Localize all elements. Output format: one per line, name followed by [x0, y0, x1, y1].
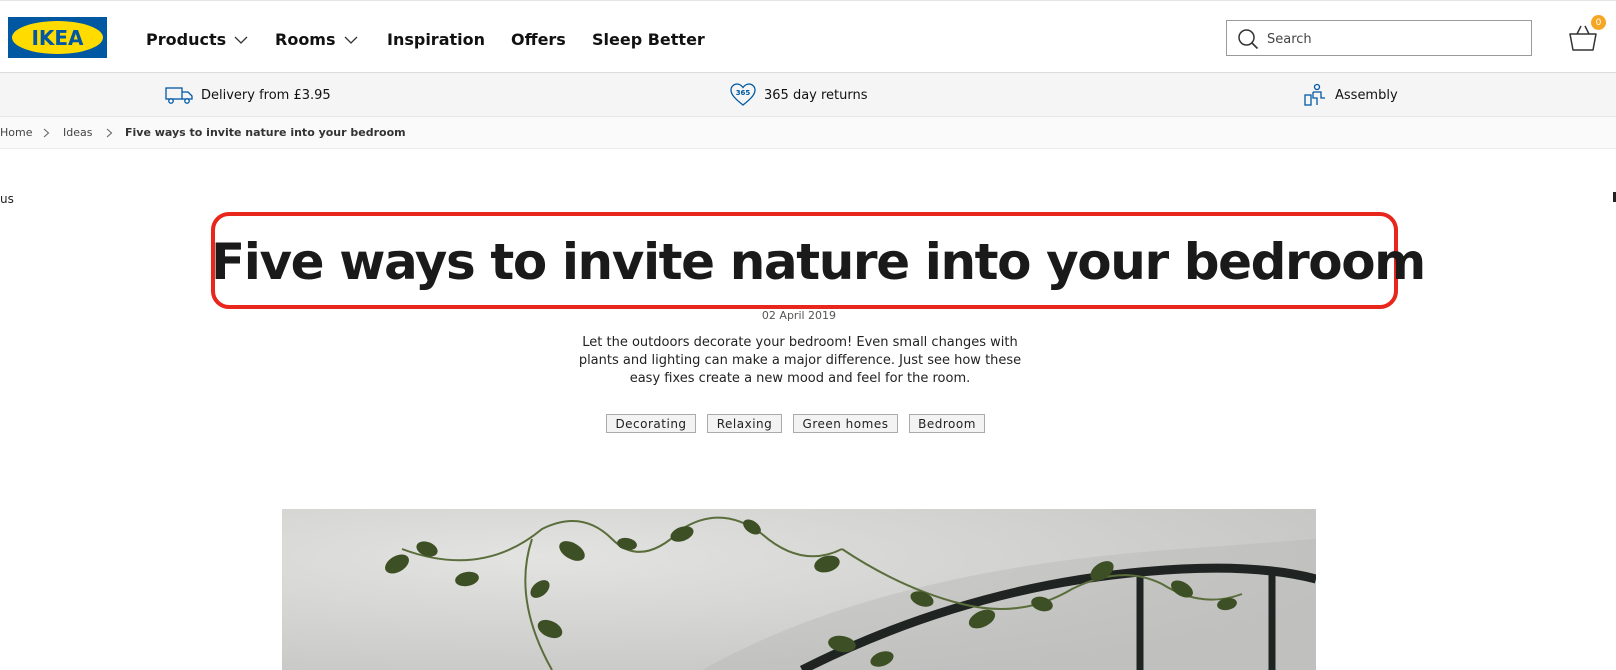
breadcrumb: Home Ideas Five ways to invite nature in… [0, 117, 1616, 149]
search-box[interactable] [1226, 20, 1532, 56]
cart-count-badge: 0 [1591, 15, 1606, 30]
hero-image [282, 509, 1316, 670]
service-returns-label: 365 day returns [764, 87, 868, 103]
heart-365-text: 365 [736, 89, 751, 97]
nav-sleep-better[interactable]: Sleep Better [592, 27, 705, 51]
breadcrumb-home[interactable]: Home [0, 126, 32, 139]
site-header: IKEA Products Rooms Inspiration Offers S… [0, 0, 1616, 73]
chevron-down-icon [344, 36, 357, 44]
chevron-right-icon [43, 128, 50, 138]
page: IKEA Products Rooms Inspiration Offers S… [0, 0, 1616, 670]
nav-offers-label: Offers [511, 29, 566, 49]
nav-rooms[interactable]: Rooms [275, 27, 358, 51]
tag-decorating[interactable]: Decorating [606, 414, 696, 433]
service-returns[interactable]: 365 365 day returns [730, 83, 868, 107]
nav-sleep-better-label: Sleep Better [592, 29, 705, 49]
ikea-logo[interactable]: IKEA [8, 17, 107, 58]
hero-illustration [282, 509, 1316, 670]
service-bar: Delivery from £3.95 365 365 day returns … [0, 73, 1616, 117]
assembly-icon [1304, 83, 1325, 106]
chevron-down-icon [234, 36, 248, 44]
heart-365-icon: 365 [730, 83, 756, 106]
page-title: Five ways to invite nature into your bed… [211, 233, 1426, 291]
nav-offers[interactable]: Offers [511, 27, 566, 51]
logo-oval: IKEA [12, 21, 103, 54]
tag-green-homes[interactable]: Green homes [793, 414, 898, 433]
nav-products-label: Products [146, 29, 227, 49]
service-delivery[interactable]: Delivery from £3.95 [165, 83, 331, 107]
nav-inspiration-label: Inspiration [387, 29, 486, 49]
nav-products[interactable]: Products [146, 27, 248, 51]
nav-inspiration[interactable]: Inspiration [387, 27, 485, 51]
search-icon[interactable] [1237, 28, 1259, 50]
nav-rooms-label: Rooms [275, 29, 336, 49]
chevron-right-icon [106, 128, 113, 138]
article-date: 02 April 2019 [761, 309, 837, 322]
service-assembly-label: Assembly [1335, 87, 1398, 103]
truck-icon [165, 87, 193, 104]
logo-text: IKEA [31, 25, 84, 50]
tag-bedroom[interactable]: Bedroom [909, 414, 985, 433]
service-assembly[interactable]: Assembly [1303, 83, 1398, 107]
service-delivery-label: Delivery from £3.95 [201, 87, 331, 103]
breadcrumb-current: Five ways to invite nature into your bed… [125, 126, 406, 139]
breadcrumb-ideas[interactable]: Ideas [63, 126, 92, 139]
search-input[interactable] [1267, 29, 1517, 49]
edge-text: us [0, 192, 14, 206]
article-intro: Let the outdoors decorate your bedroom! … [578, 335, 1022, 386]
tag-relaxing[interactable]: Relaxing [707, 414, 782, 433]
